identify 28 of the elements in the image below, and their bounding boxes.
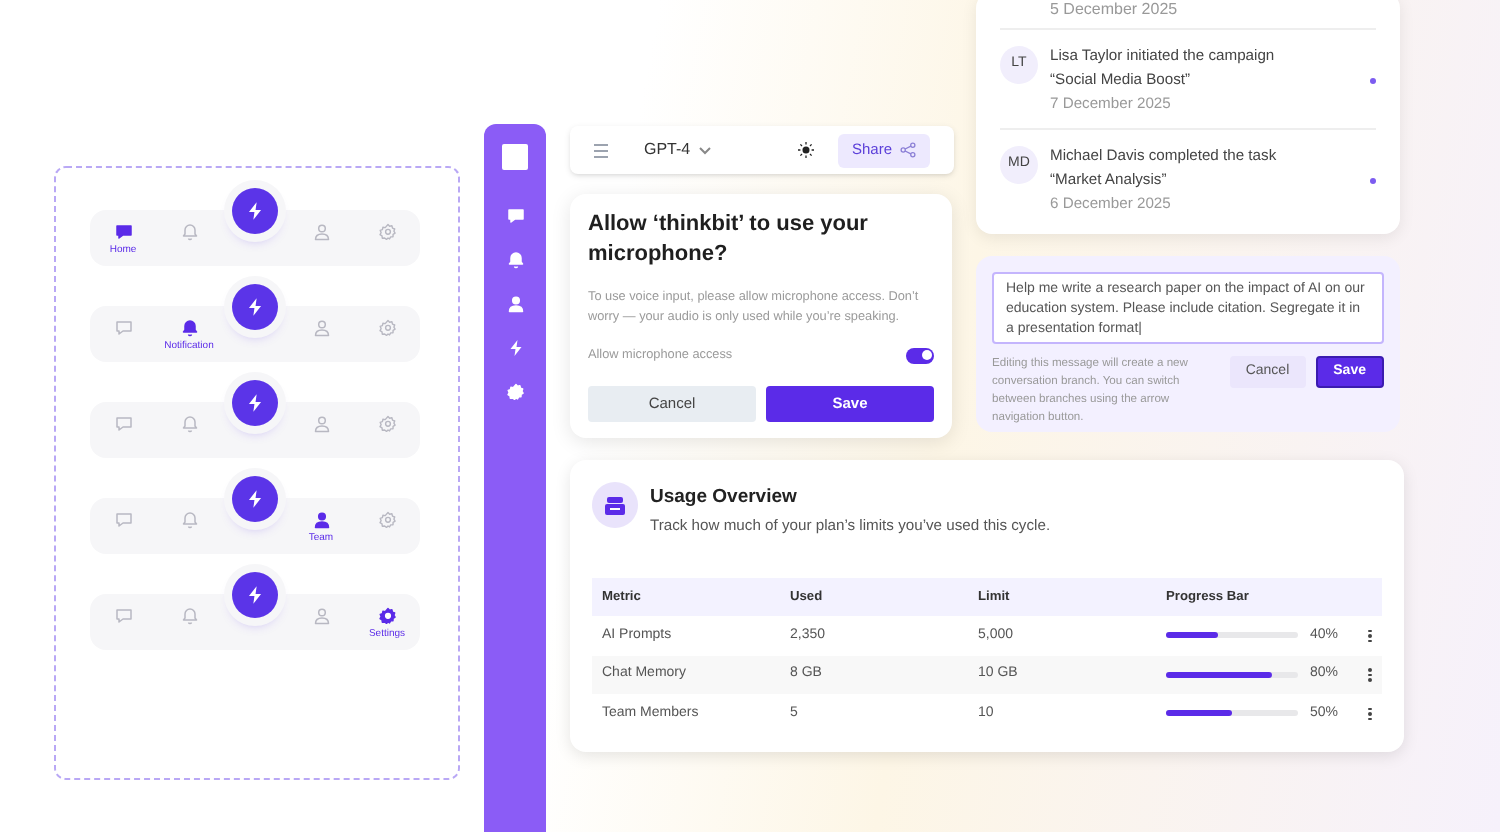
bell-icon[interactable] (505, 250, 525, 270)
action-button[interactable] (232, 476, 278, 522)
action-button[interactable] (232, 380, 278, 426)
action-button[interactable] (232, 572, 278, 618)
settings-icon[interactable] (377, 606, 397, 626)
lightning-icon[interactable] (505, 338, 525, 358)
chat-bubble-icon[interactable] (113, 222, 133, 242)
lightning-icon (244, 392, 266, 414)
lightning-icon (244, 584, 266, 606)
lightning-icon (244, 488, 266, 510)
share-icon (900, 142, 916, 158)
user-icon[interactable] (505, 294, 525, 314)
user-icon[interactable] (311, 510, 331, 530)
activity-date: 5 December 2025 (1048, 0, 1180, 22)
logo-square (502, 144, 528, 170)
caret-icon (698, 145, 713, 155)
dialog-title: Allow ‘thinkbit’ to use your microphone? (588, 210, 870, 270)
action-button[interactable] (232, 284, 278, 330)
bell-icon[interactable] (179, 318, 199, 338)
menu-icon[interactable] (594, 143, 608, 157)
sun-icon[interactable] (797, 142, 814, 158)
model-dropdown[interactable]: GPT-4 (644, 138, 713, 162)
stack-icon (592, 482, 638, 528)
card-title: Usage Overview (650, 484, 799, 510)
lightning-icon (244, 200, 266, 222)
toggle-switch[interactable] (906, 347, 934, 364)
action-button[interactable] (232, 188, 278, 234)
lightning-icon (244, 296, 266, 318)
